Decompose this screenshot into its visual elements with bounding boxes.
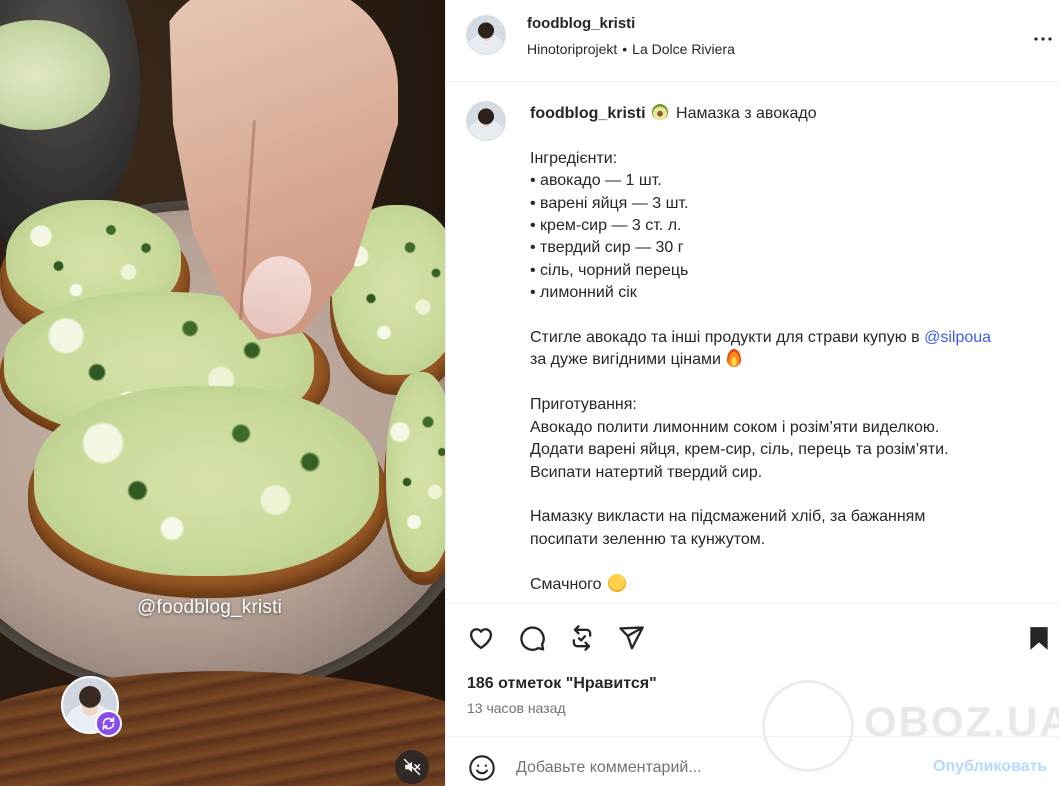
comment-bar: Опубликовать xyxy=(446,736,1059,786)
caption-author-avatar[interactable] xyxy=(466,101,506,141)
repost-button[interactable] xyxy=(566,622,598,654)
video-watermark: @foodblog_kristi xyxy=(137,597,283,618)
fire-emoji-icon xyxy=(726,349,741,368)
hugging-emoji-icon xyxy=(607,573,626,592)
likes-count[interactable]: 186 отметок "Нравится" xyxy=(467,675,657,693)
caption-title: Намазка з авокадо xyxy=(676,105,817,122)
post-media[interactable]: @foodblog_kristi xyxy=(0,0,445,786)
caption-scroll-area[interactable]: foodblog_kristi Намазка з авокадо Інгред… xyxy=(446,82,1059,604)
comment-button[interactable] xyxy=(516,622,548,654)
caption-username[interactable]: foodblog_kristi xyxy=(530,105,646,122)
emoji-picker-button[interactable] xyxy=(467,753,497,783)
meta-separator: • xyxy=(622,41,628,57)
post-header: foodblog_kristi Hinotoriprojekt • La Dolce… xyxy=(446,0,1059,82)
remix-icon[interactable] xyxy=(95,710,122,737)
publish-button[interactable]: Опубликовать xyxy=(933,758,1047,776)
author-avatar[interactable] xyxy=(466,15,506,55)
post-timestamp[interactable]: 13 часов назад xyxy=(467,700,566,716)
ingredients-block: Інгредієнти: • авокадо — 1 шт. • варені … xyxy=(530,149,689,302)
share-icon xyxy=(619,626,644,650)
avocado-spread-image xyxy=(34,386,379,576)
closing-text: Смачного xyxy=(530,575,602,593)
save-button[interactable] xyxy=(1023,622,1055,654)
caption-text: foodblog_kristi Намазка з авокадо Інгред… xyxy=(530,103,1040,596)
more-options-button[interactable] xyxy=(1030,26,1056,52)
comment-icon xyxy=(520,626,545,651)
audio-title-link[interactable]: La Dolce Riviera xyxy=(632,41,735,57)
serve-block: Намазку викласти на підсмажений хліб, за… xyxy=(530,508,926,548)
avocado-emoji-icon xyxy=(651,104,668,120)
mention-link[interactable]: @silpoua xyxy=(924,329,991,346)
author-username[interactable]: foodblog_kristi xyxy=(527,15,635,32)
post-details-panel: foodblog_kristi Hinotoriprojekt • La Dolce… xyxy=(445,0,1059,786)
mute-button[interactable] xyxy=(395,750,429,784)
comment-input[interactable] xyxy=(516,755,916,781)
avocado-spread-image xyxy=(386,372,445,572)
like-button[interactable] xyxy=(465,622,497,654)
promo-text-2: за дуже вигідними цінами xyxy=(530,351,721,369)
more-horizontal-icon xyxy=(1034,37,1052,41)
audio-info: Hinotoriprojekt • La Dolce Riviera xyxy=(527,41,735,57)
audio-artist-link[interactable]: Hinotoriprojekt xyxy=(527,41,617,57)
method-block: Приготування: Авокадо полити лимонним со… xyxy=(530,396,949,481)
share-button[interactable] xyxy=(615,622,647,654)
smiley-icon xyxy=(469,755,495,781)
speaker-muted-icon xyxy=(403,758,421,776)
repost-icon xyxy=(572,625,592,651)
action-bar xyxy=(446,604,1059,670)
bookmark-icon xyxy=(1030,627,1048,650)
heart-icon xyxy=(469,628,493,650)
promo-text: Стиглe авокадо та інші продукти для стра… xyxy=(530,329,920,347)
